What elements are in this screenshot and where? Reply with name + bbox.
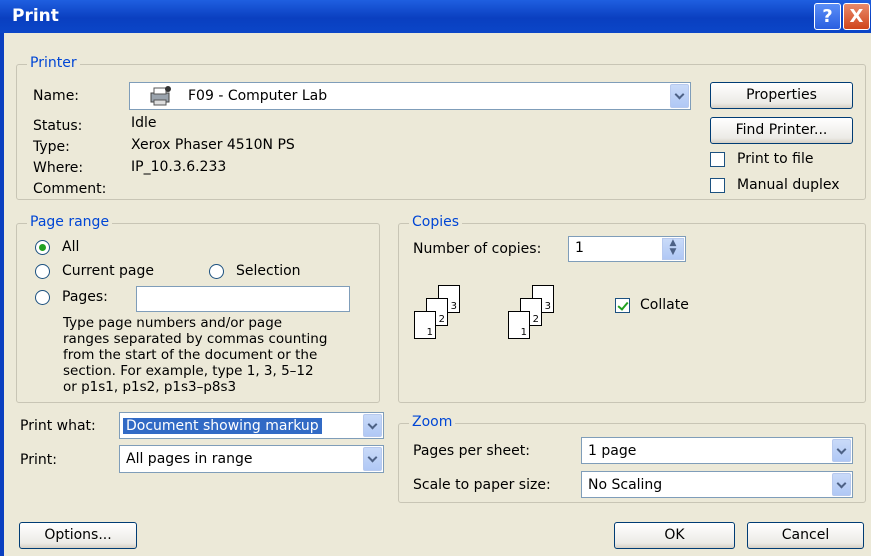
ok-button[interactable]: OK (614, 522, 735, 549)
collate-illustration: 3 2 1 (506, 285, 558, 341)
all-label[interactable]: All (62, 239, 79, 255)
print-value: All pages in range (126, 451, 253, 467)
print-what-value: Document showing markup (123, 417, 322, 434)
page-icon: 1 (508, 311, 530, 339)
comment-label: Comment: (33, 181, 107, 197)
scale-to-paper-value: No Scaling (588, 476, 663, 493)
chevron-down-icon[interactable] (670, 84, 689, 108)
printer-legend: Printer (27, 55, 80, 71)
page-range-help-text: Type page numbers and/or page ranges sep… (63, 315, 327, 395)
print-label: Print: (20, 452, 57, 468)
print-dialog: Print ? X Printer Name: F09 - Computer L… (0, 0, 871, 556)
zoom-legend: Zoom (409, 414, 456, 430)
selection-radio[interactable] (209, 264, 224, 279)
dialog-title: Print (12, 6, 59, 26)
printer-icon (148, 85, 172, 111)
printer-name-select[interactable]: F09 - Computer Lab (129, 82, 691, 110)
help-line: from the start of the document or the (63, 347, 318, 363)
title-bar[interactable]: Print ? X (0, 0, 871, 33)
current-page-label[interactable]: Current page (62, 263, 154, 279)
print-select[interactable]: All pages in range (119, 445, 384, 473)
selection-label[interactable]: Selection (236, 263, 301, 279)
status-label: Status: (33, 118, 83, 134)
help-line: ranges separated by commas counting (63, 331, 328, 347)
chevron-down-icon[interactable] (363, 414, 382, 437)
manual-duplex-checkbox[interactable] (710, 178, 725, 193)
number-of-copies-stepper[interactable]: 1 ▲ ▼ (568, 236, 686, 262)
collate-illustration: 3 2 1 (412, 285, 464, 341)
options-button[interactable]: Options... (19, 522, 137, 549)
type-value: Xerox Phaser 4510N PS (131, 137, 295, 153)
current-page-radio[interactable] (35, 264, 50, 279)
printer-name-value: F09 - Computer Lab (188, 88, 328, 104)
pages-radio[interactable] (35, 290, 50, 305)
name-label: Name: (33, 88, 80, 104)
find-printer-button[interactable]: Find Printer... (710, 117, 853, 144)
help-button[interactable]: ? (814, 3, 841, 30)
collate-label[interactable]: Collate (640, 297, 689, 313)
chevron-down-icon[interactable] (832, 473, 851, 496)
help-line: Type page numbers and/or page (63, 315, 283, 331)
properties-button[interactable]: Properties (710, 82, 853, 109)
page-range-legend: Page range (27, 214, 113, 230)
manual-duplex-label[interactable]: Manual duplex (737, 177, 840, 193)
pages-label[interactable]: Pages: (62, 289, 108, 305)
help-line: or p1s1, p1s2, p1s3–p8s3 (63, 379, 237, 395)
number-of-copies-label: Number of copies: (413, 241, 542, 257)
number-of-copies-value: 1 (575, 240, 584, 256)
where-value: IP_10.3.6.233 (131, 159, 227, 175)
scale-to-paper-select[interactable]: No Scaling (581, 471, 853, 498)
pages-per-sheet-select[interactable]: 1 page (581, 437, 853, 464)
copies-legend: Copies (409, 214, 463, 230)
pages-input[interactable] (136, 286, 350, 312)
print-to-file-label[interactable]: Print to file (737, 151, 813, 167)
close-button[interactable]: X (843, 3, 870, 30)
print-what-label: Print what: (20, 418, 96, 434)
chevron-down-icon[interactable] (832, 439, 851, 462)
window-frame (0, 33, 4, 556)
chevron-down-icon[interactable] (363, 447, 382, 471)
stepper-arrows-icon[interactable]: ▲ ▼ (662, 238, 684, 260)
page-icon: 1 (414, 311, 436, 339)
help-line: section. For example, type 1, 3, 5–12 (63, 363, 314, 379)
status-value: Idle (131, 115, 157, 131)
pages-per-sheet-label: Pages per sheet: (413, 443, 530, 459)
cancel-button[interactable]: Cancel (747, 522, 864, 549)
all-radio[interactable] (35, 240, 50, 255)
where-label: Where: (33, 160, 84, 176)
type-label: Type: (33, 139, 70, 155)
scale-to-paper-label: Scale to paper size: (413, 477, 551, 493)
print-to-file-checkbox[interactable] (710, 152, 725, 167)
collate-checkbox[interactable] (615, 298, 630, 313)
pages-per-sheet-value: 1 page (588, 442, 637, 459)
print-what-select[interactable]: Document showing markup (119, 412, 384, 439)
